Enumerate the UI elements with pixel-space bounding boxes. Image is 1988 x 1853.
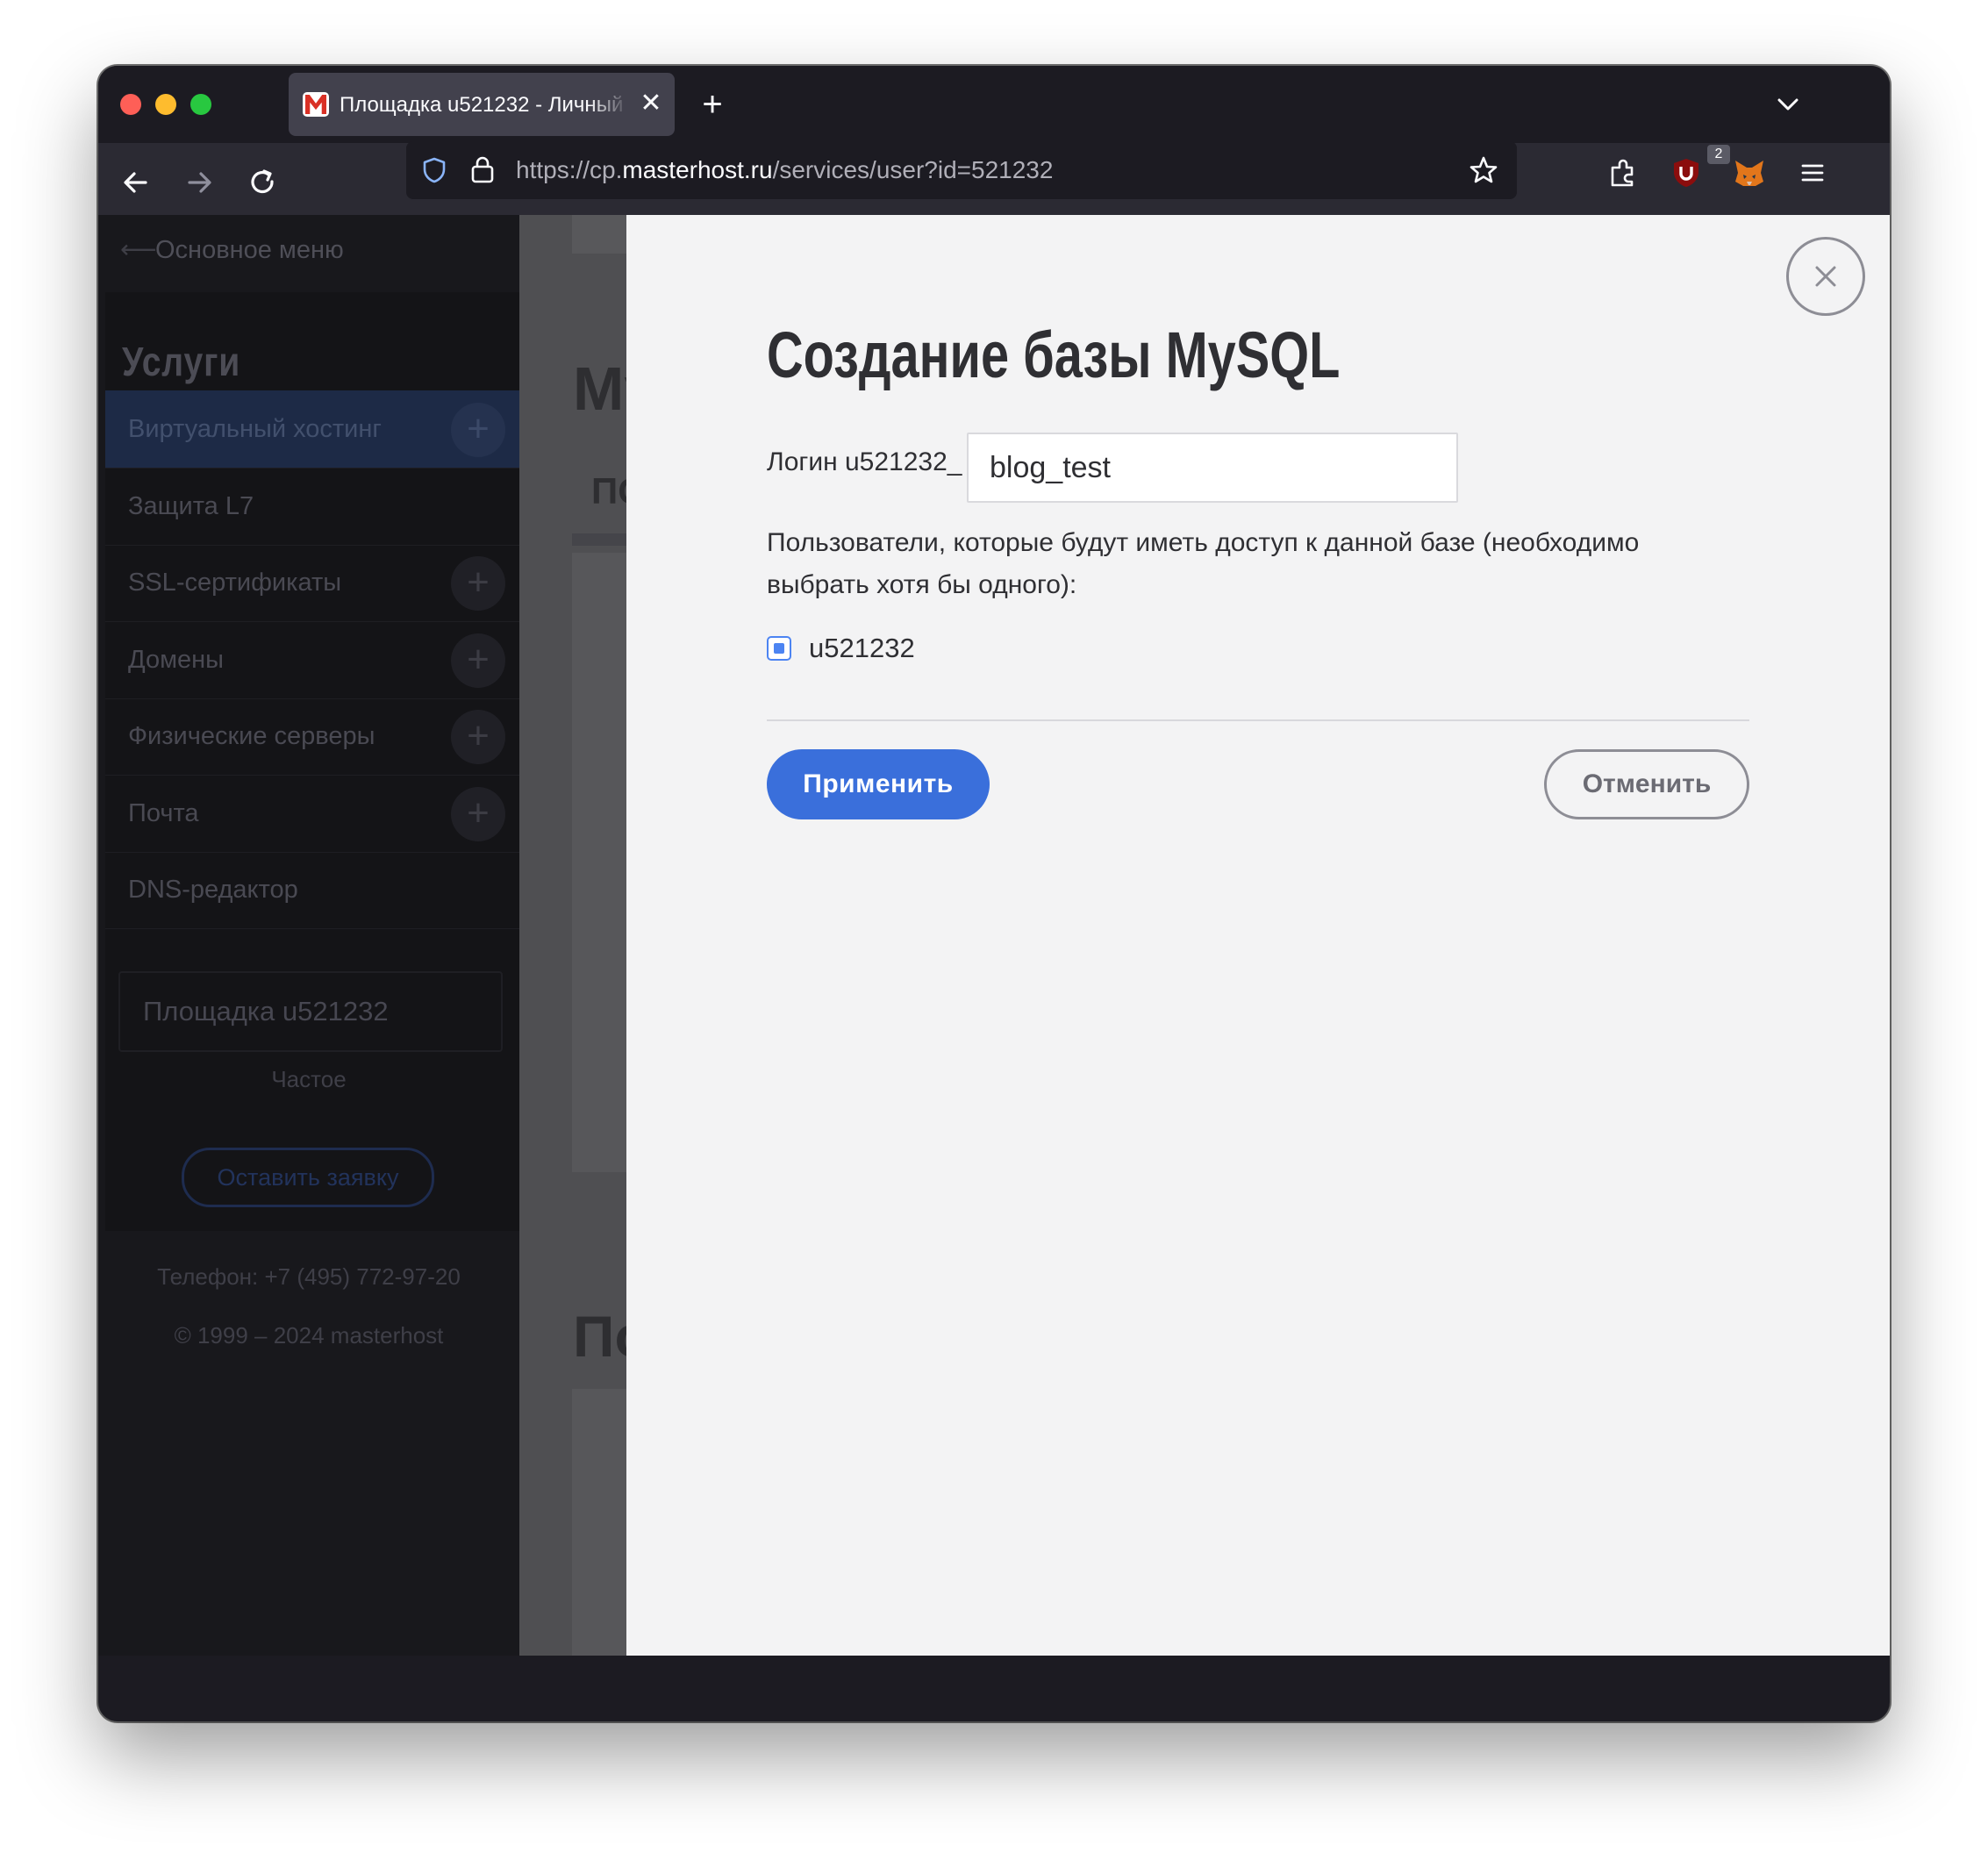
chevron-down-icon[interactable] bbox=[1770, 87, 1806, 122]
sidebar-item-label: DNS-редактор bbox=[128, 876, 298, 904]
sidebar-item-label: Физические серверы bbox=[128, 722, 375, 750]
close-icon bbox=[1815, 266, 1836, 287]
sidebar-item-label: Виртуальный хостинг bbox=[128, 415, 382, 443]
copyright: © 1999 – 2024 masterhost bbox=[174, 1322, 444, 1349]
tab-close-button[interactable]: ✕ bbox=[636, 89, 666, 118]
url-text[interactable]: https://cp.masterhost.ru/services/user?i… bbox=[516, 155, 1053, 185]
browser-window: Площадка u521232 - Личный кабинет ✕ + bbox=[98, 66, 1890, 1721]
menu-icon[interactable] bbox=[1795, 155, 1830, 190]
active-tab[interactable]: Площадка u521232 - Личный кабинет ✕ bbox=[289, 73, 675, 136]
sidebar-item[interactable]: Виртуальный хостинг + bbox=[105, 390, 519, 469]
leave-request-button[interactable]: Оставить заявку bbox=[182, 1148, 434, 1207]
sidebar: ⟵Основное меню Услуги Виртуальный хостин… bbox=[98, 215, 519, 1656]
close-window-button[interactable] bbox=[120, 94, 141, 115]
extensions-icon[interactable] bbox=[1605, 155, 1641, 190]
sidebar-item[interactable]: Физические серверы + bbox=[105, 698, 519, 776]
sidebar-item[interactable]: Домены + bbox=[105, 621, 519, 699]
star-icon[interactable] bbox=[1468, 154, 1499, 186]
add-service-button[interactable]: + bbox=[451, 556, 505, 611]
add-service-button[interactable]: + bbox=[451, 403, 505, 457]
main-menu-link[interactable]: ⟵Основное меню bbox=[120, 233, 344, 268]
tab-title: Площадка u521232 - Личный кабинет bbox=[340, 93, 629, 117]
plan-label: Частое bbox=[271, 1066, 347, 1092]
site-selector-label: Площадка u521232 bbox=[143, 996, 389, 1027]
support-phone: Телефон: +7 (495) 772-97-20 bbox=[157, 1263, 461, 1290]
user-checkbox-label[interactable]: u521232 bbox=[809, 629, 915, 668]
extension-badge: 2 bbox=[1707, 145, 1730, 164]
add-service-button[interactable]: + bbox=[451, 710, 505, 764]
apply-button[interactable]: Применить bbox=[767, 749, 990, 819]
background-card bbox=[572, 1389, 626, 1656]
forward-icon[interactable] bbox=[179, 162, 219, 203]
add-service-button[interactable]: + bbox=[451, 633, 505, 688]
create-mysql-modal: Создание базы MySQL Логин u521232_ Польз… bbox=[626, 215, 1890, 1656]
sidebar-item-label: Защита L7 bbox=[128, 492, 254, 520]
cancel-button[interactable]: Отменить bbox=[1544, 749, 1749, 819]
shield-icon[interactable] bbox=[420, 156, 448, 184]
add-service-button[interactable]: + bbox=[451, 787, 505, 841]
lock-icon[interactable] bbox=[469, 154, 496, 184]
background-block bbox=[572, 215, 626, 254]
sidebar-item[interactable]: SSL-сертификаты + bbox=[105, 544, 519, 622]
background-block bbox=[572, 533, 626, 546]
tab-strip: Площадка u521232 - Личный кабинет ✕ + bbox=[98, 66, 1890, 143]
address-bar[interactable]: https://cp.masterhost.ru/services/user?i… bbox=[406, 141, 1517, 199]
users-access-note: Пользователи, которые будут иметь доступ… bbox=[767, 528, 1640, 599]
sidebar-item[interactable]: DNS-редактор bbox=[105, 851, 519, 929]
arrow-left-icon: ⟵ bbox=[120, 236, 157, 264]
sidebar-item-label: Домены bbox=[128, 646, 225, 674]
main-menu-label: Основное меню bbox=[155, 236, 344, 264]
reload-icon[interactable] bbox=[242, 162, 282, 203]
services-heading: Услуги bbox=[122, 339, 241, 384]
sidebar-item-label: SSL-сертификаты bbox=[128, 569, 342, 597]
back-icon[interactable] bbox=[116, 162, 156, 203]
modal-divider bbox=[767, 719, 1749, 721]
sidebar-item-label: Почта bbox=[128, 799, 199, 827]
minimize-window-button[interactable] bbox=[155, 94, 176, 115]
sidebar-item[interactable]: Защита L7 bbox=[105, 468, 519, 546]
user-checkbox[interactable] bbox=[767, 636, 791, 661]
page-viewport: ⟵Основное меню Услуги Виртуальный хостин… bbox=[98, 215, 1890, 1656]
new-tab-button[interactable]: + bbox=[693, 85, 732, 124]
site-selector[interactable]: Площадка u521232 bbox=[118, 971, 503, 1052]
zoom-window-button[interactable] bbox=[190, 94, 211, 115]
background-card bbox=[572, 553, 626, 1172]
background-content: My ПО По bbox=[519, 215, 658, 1656]
metamask-icon[interactable] bbox=[1732, 155, 1767, 190]
modal-title: Создание базы MySQL bbox=[767, 318, 1341, 391]
masterhost-favicon-icon bbox=[303, 92, 329, 117]
db-login-input[interactable] bbox=[967, 433, 1458, 503]
login-prefix-label: Логин u521232_ bbox=[767, 447, 962, 476]
ublock-icon[interactable] bbox=[1669, 155, 1704, 190]
sidebar-item[interactable]: Почта + bbox=[105, 775, 519, 853]
modal-close-button[interactable] bbox=[1786, 237, 1865, 316]
